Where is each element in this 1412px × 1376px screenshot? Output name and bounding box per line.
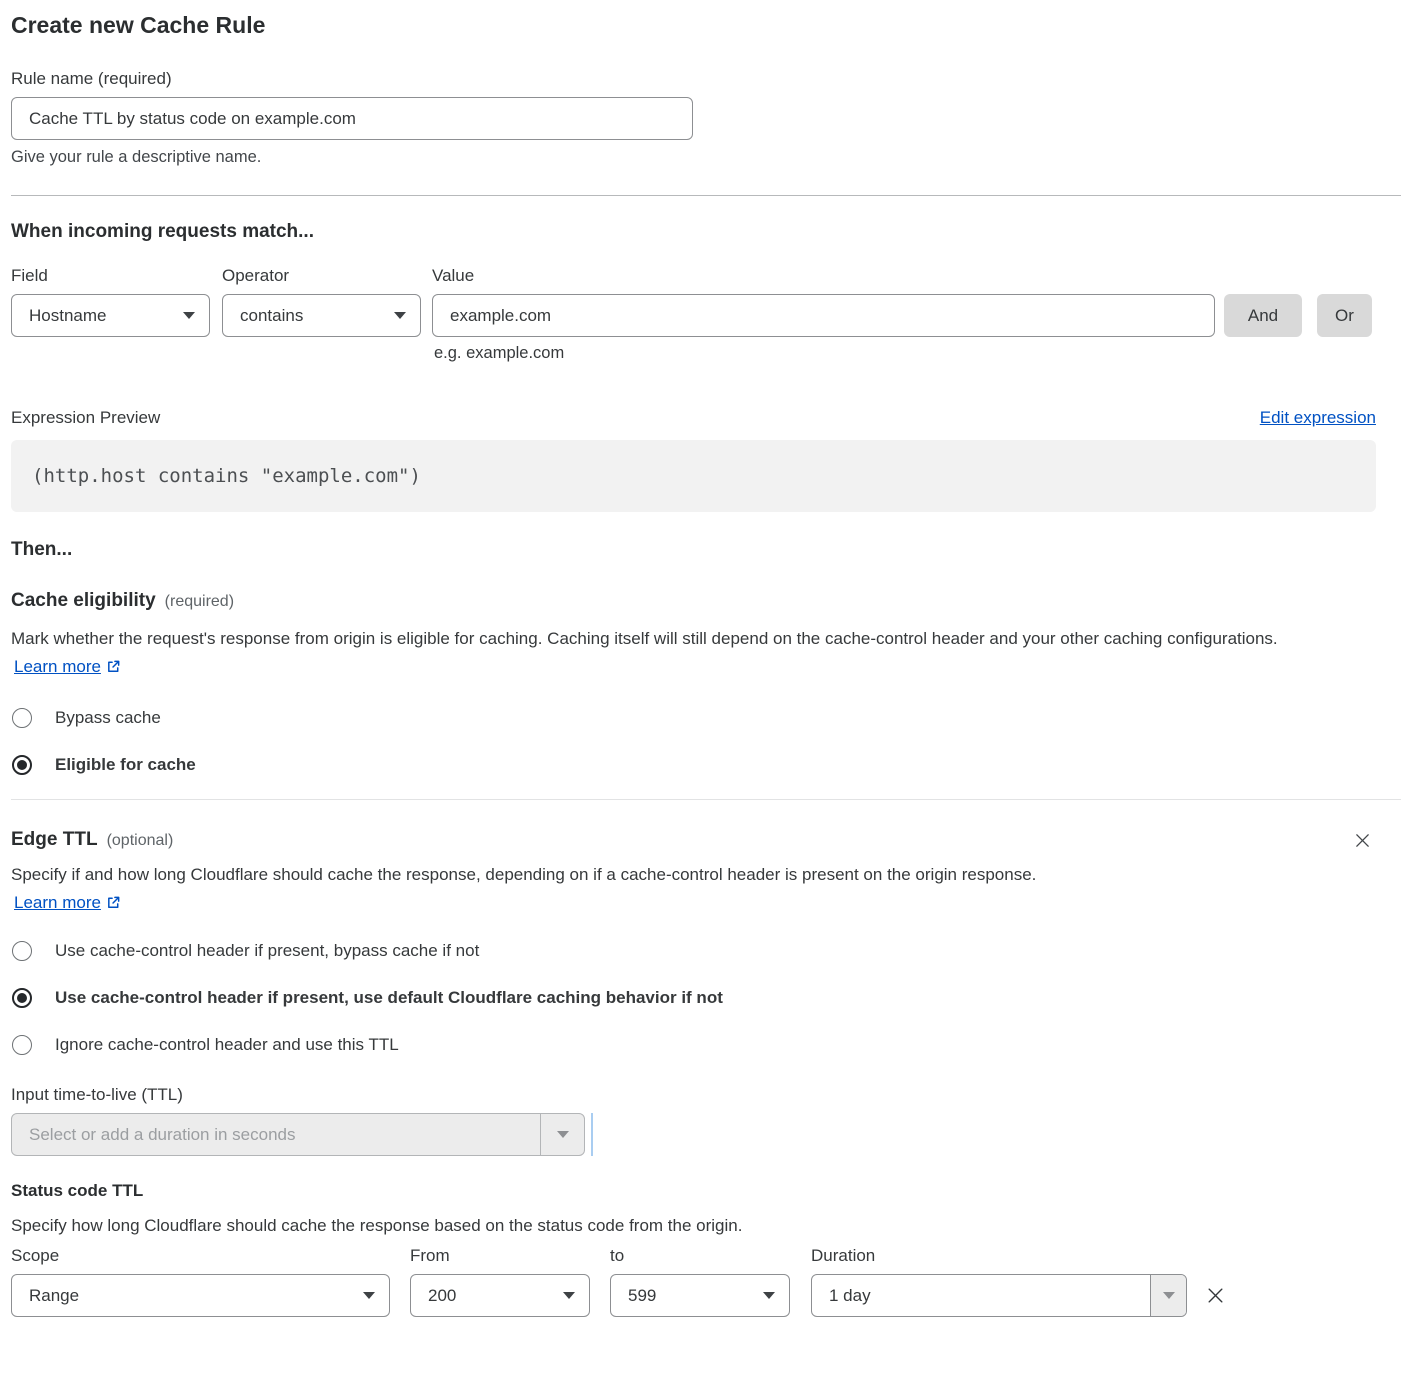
radio-label: Use cache-control header if present, byp… [55, 941, 479, 961]
scope-select-value: Range [29, 1286, 79, 1306]
radio-icon [12, 941, 32, 961]
cache-eligibility-description: Mark whether the request's response from… [11, 625, 1361, 681]
remove-status-ttl-button[interactable] [1204, 1274, 1227, 1317]
ttl-duration-select: Select or add a duration in seconds [11, 1113, 585, 1156]
optional-tag: (optional) [107, 832, 174, 849]
ttl-input-label: Input time-to-live (TTL) [11, 1085, 1401, 1105]
rule-name-label: Rule name (required) [11, 69, 1401, 89]
duration-label: Duration [811, 1246, 875, 1266]
expression-code: (http.host contains "example.com") [11, 440, 1376, 512]
close-icon [1206, 1286, 1225, 1305]
to-select[interactable]: 599 [610, 1274, 790, 1317]
ttl-select-placeholder: Select or add a duration in seconds [12, 1114, 540, 1155]
radio-edge-ttl-ignore[interactable]: Ignore cache-control header and use this… [11, 1035, 399, 1055]
value-label: Value [432, 266, 474, 286]
value-input[interactable] [432, 294, 1215, 337]
chevron-down-icon [363, 1292, 375, 1299]
rule-name-input[interactable] [11, 97, 693, 140]
radio-icon [12, 988, 32, 1008]
chevron-down-icon [763, 1292, 775, 1299]
rule-name-helper: Give your rule a descriptive name. [11, 148, 1401, 167]
external-link-icon [106, 895, 121, 910]
operator-label: Operator [222, 266, 432, 286]
edge-ttl-heading: Edge TTL [11, 829, 98, 850]
radio-icon [12, 708, 32, 728]
value-helper: e.g. example.com [434, 344, 1401, 363]
field-select[interactable]: Hostname [11, 294, 210, 337]
from-select[interactable]: 200 [410, 1274, 590, 1317]
or-button[interactable]: Or [1317, 294, 1372, 337]
radio-bypass-cache[interactable]: Bypass cache [11, 708, 161, 728]
status-code-ttl-heading: Status code TTL [11, 1181, 1401, 1201]
radio-icon [12, 755, 32, 775]
radio-label: Eligible for cache [55, 755, 196, 775]
radio-label: Bypass cache [55, 708, 161, 728]
ttl-select-dropdown-button [540, 1114, 584, 1155]
expression-preview-label: Expression Preview [11, 408, 160, 428]
edit-expression-link[interactable]: Edit expression [1260, 408, 1376, 428]
page-title: Create new Cache Rule [11, 12, 1401, 39]
to-label: to [610, 1246, 811, 1266]
radio-label: Use cache-control header if present, use… [55, 988, 723, 1008]
close-icon [1354, 832, 1371, 849]
duration-combobox[interactable]: 1 day [811, 1274, 1187, 1317]
chevron-down-icon [1163, 1292, 1175, 1299]
to-select-value: 599 [628, 1286, 656, 1306]
from-label: From [410, 1246, 610, 1266]
radio-eligible-for-cache[interactable]: Eligible for cache [11, 755, 196, 775]
scope-select[interactable]: Range [11, 1274, 390, 1317]
scope-label: Scope [11, 1246, 410, 1266]
radio-icon [12, 1035, 32, 1055]
duration-dropdown-button[interactable] [1150, 1275, 1186, 1316]
from-select-value: 200 [428, 1286, 456, 1306]
operator-select-value: contains [240, 306, 303, 326]
duration-value: 1 day [812, 1275, 1150, 1316]
divider [11, 195, 1401, 196]
field-select-value: Hostname [29, 306, 106, 326]
cache-eligibility-heading: Cache eligibility [11, 590, 156, 611]
radio-label: Ignore cache-control header and use this… [55, 1035, 399, 1055]
learn-more-link[interactable]: Learn more [14, 657, 121, 676]
chevron-down-icon [183, 312, 195, 319]
learn-more-link[interactable]: Learn more [14, 893, 121, 912]
operator-select[interactable]: contains [222, 294, 421, 337]
chevron-down-icon [394, 312, 406, 319]
edge-ttl-close-button[interactable] [1352, 830, 1373, 851]
radio-edge-ttl-default[interactable]: Use cache-control header if present, use… [11, 988, 723, 1008]
external-link-icon [106, 659, 121, 674]
chevron-down-icon [563, 1292, 575, 1299]
status-code-ttl-description: Specify how long Cloudflare should cache… [11, 1212, 1401, 1240]
then-heading: Then... [11, 539, 1401, 561]
chevron-down-icon [557, 1131, 569, 1138]
and-button[interactable]: And [1224, 294, 1302, 337]
radio-edge-ttl-bypass[interactable]: Use cache-control header if present, byp… [11, 941, 479, 961]
edge-ttl-description: Specify if and how long Cloudflare shoul… [11, 861, 1131, 917]
ttl-select-accent-line [591, 1113, 593, 1156]
field-label: Field [11, 266, 222, 286]
divider [11, 799, 1401, 800]
required-tag: (required) [165, 593, 234, 610]
match-heading: When incoming requests match... [11, 221, 1401, 243]
